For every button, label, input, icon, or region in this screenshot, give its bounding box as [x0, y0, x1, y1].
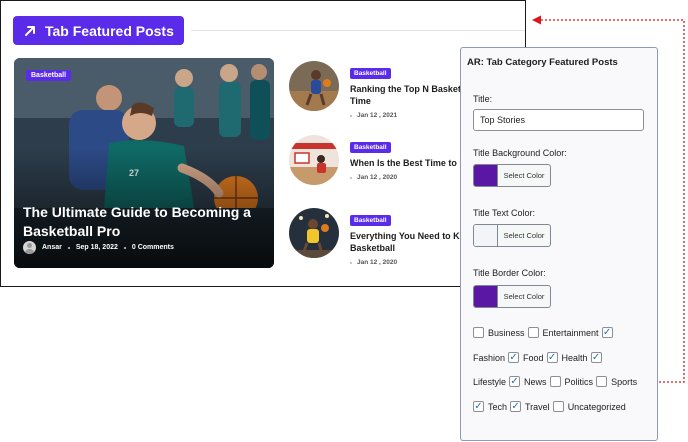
category-row: Fashion Food Health — [473, 352, 602, 363]
category-checkbox-health[interactable] — [546, 352, 558, 363]
text-color-swatch[interactable] — [474, 225, 498, 246]
category-label: Fashion — [473, 352, 506, 363]
bg-color-picker[interactable]: Select Color — [473, 164, 551, 187]
category-checkbox-tech[interactable] — [473, 401, 484, 412]
category-checkbox-food[interactable] — [508, 352, 520, 363]
meta-separator — [67, 246, 70, 249]
border-color-swatch[interactable] — [474, 286, 498, 307]
title-field-label: Title: — [473, 94, 493, 104]
bg-color-label: Title Background Color: — [473, 148, 567, 158]
meta-separator — [350, 176, 352, 179]
meta-separator — [350, 114, 352, 117]
category-label: Health — [561, 352, 588, 363]
featured-post-title[interactable]: The Ultimate Guide to Becoming a Basketb… — [23, 203, 268, 241]
post-thumbnail[interactable] — [289, 61, 339, 111]
category-checkbox-entertainment[interactable] — [527, 327, 539, 338]
category-label: Travel — [525, 401, 550, 412]
category-checkbox-sports[interactable] — [596, 376, 608, 387]
category-label: Tech — [488, 401, 508, 412]
panel-heading: AR: Tab Category Featured Posts — [467, 57, 618, 68]
title-divider — [191, 30, 525, 31]
post-date-text: Jan 12 , 2020 — [357, 259, 398, 266]
featured-date: Sep 18, 2022 — [75, 244, 118, 251]
bg-color-swatch[interactable] — [474, 165, 498, 186]
category-checkbox-lifestyle[interactable] — [590, 352, 602, 363]
post-thumbnail[interactable] — [289, 208, 339, 258]
text-color-label: Title Text Color: — [473, 208, 536, 218]
border-select-color-button[interactable]: Select Color — [498, 286, 550, 307]
post-category-tag[interactable]: Basketball — [350, 215, 391, 226]
post-thumbnail-image — [289, 61, 339, 111]
widget-title-text: Tab Featured Posts — [45, 22, 174, 39]
category-label: Politics — [564, 376, 594, 387]
category-checkbox-uncategorized[interactable] — [552, 401, 564, 412]
category-row: Lifestyle News Politics Sports — [473, 376, 640, 387]
category-checkbox-fashion[interactable] — [601, 327, 613, 338]
category-row: Tech Travel Uncategorized — [473, 401, 629, 412]
category-checkbox-politics[interactable] — [549, 376, 561, 387]
category-label: Lifestyle — [473, 376, 507, 387]
title-input[interactable] — [473, 109, 644, 131]
border-color-label: Title Border Color: — [473, 268, 546, 278]
meta-separator — [123, 246, 126, 249]
connector-arrow-icon — [532, 15, 541, 25]
category-label: Business — [488, 327, 525, 338]
post-thumbnail[interactable] — [289, 135, 339, 185]
category-label: News — [524, 376, 547, 387]
post-category-tag[interactable]: Basketball — [350, 142, 391, 153]
meta-separator — [350, 261, 352, 264]
featured-author[interactable]: Ansar — [42, 244, 62, 251]
post-category-tag[interactable]: Basketball — [350, 68, 391, 79]
category-label: Food — [523, 352, 544, 363]
widget-title-badge: Tab Featured Posts — [13, 16, 184, 45]
author-avatar — [23, 241, 36, 254]
post-thumbnail-image — [289, 135, 339, 185]
border-color-picker[interactable]: Select Color — [473, 285, 551, 308]
text-select-color-button[interactable]: Select Color — [498, 225, 550, 246]
post-date-text: Jan 12 , 2021 — [357, 112, 398, 119]
featured-post-meta: Ansar Sep 18, 2022 0 Comments — [23, 241, 174, 254]
arrow-up-right-icon — [25, 25, 35, 36]
category-label: Entertainment — [542, 327, 599, 338]
featured-comments[interactable]: 0 Comments — [132, 244, 174, 251]
category-label: Sports — [611, 376, 638, 387]
category-row: Business Entertainment — [473, 327, 613, 338]
widget-settings-panel: AR: Tab Category Featured Posts Title: T… — [460, 47, 658, 441]
featured-category-tag[interactable]: Basketball — [26, 70, 72, 81]
post-date-text: Jan 12 , 2020 — [357, 174, 398, 181]
featured-post-card[interactable]: 27 Basketball The Ultimate Guide to Beco… — [14, 58, 274, 268]
category-checkbox-travel[interactable] — [510, 401, 522, 412]
widget-preview: Tab Featured Posts 27 Basketball The Ult… — [0, 0, 526, 287]
bg-select-color-button[interactable]: Select Color — [498, 165, 550, 186]
post-thumbnail-image — [289, 208, 339, 258]
category-checkbox-business[interactable] — [473, 327, 484, 338]
category-label: Uncategorized — [567, 401, 626, 412]
category-checkbox-news[interactable] — [509, 376, 521, 387]
text-color-picker[interactable]: Select Color — [473, 224, 551, 247]
